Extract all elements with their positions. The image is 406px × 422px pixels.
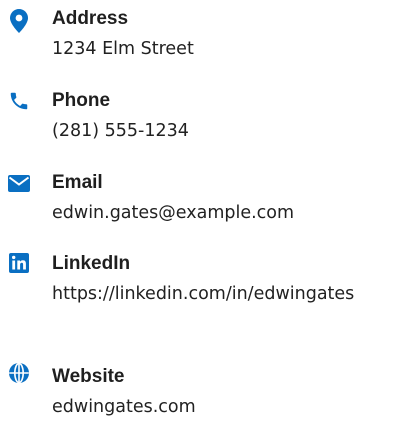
globe-icon xyxy=(6,360,32,386)
contact-value-website[interactable]: edwingates.com xyxy=(52,392,392,422)
envelope-icon xyxy=(6,170,32,196)
contact-value-email[interactable]: edwin.gates@example.com xyxy=(52,198,392,228)
linkedin-icon xyxy=(6,250,32,276)
contact-label-linkedin: LinkedIn xyxy=(52,253,131,274)
contact-value-phone: (281) 555-1234 xyxy=(52,121,189,141)
contact-label-address: Address xyxy=(52,8,129,29)
contact-label-phone: Phone xyxy=(52,90,111,111)
contact-label-email: Email xyxy=(52,172,103,193)
contact-label-website: Website xyxy=(52,366,125,387)
phone-icon xyxy=(6,88,32,114)
contact-value-address: 1234 Elm Street xyxy=(52,39,194,59)
contact-value-linkedin[interactable]: https://linkedin.com/in/edwingates xyxy=(52,279,392,309)
map-marker-icon xyxy=(6,8,32,34)
